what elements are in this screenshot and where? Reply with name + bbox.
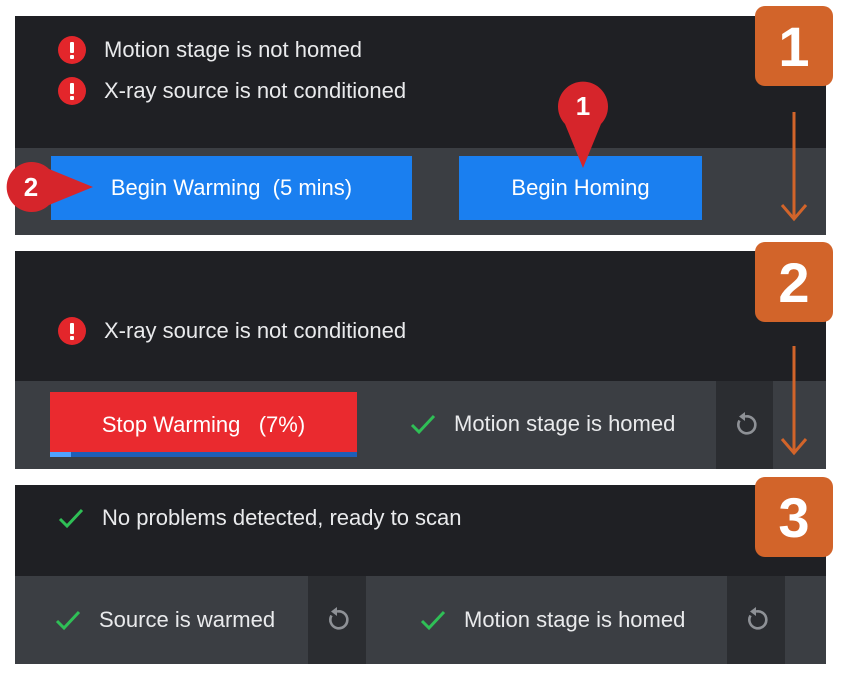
warming-progress-fill — [50, 452, 72, 457]
step3-status-area: No problems detected, ready to scan — [15, 485, 826, 576]
step-badge-2: 2 — [755, 242, 833, 322]
callout-marker-2: 2 — [3, 160, 95, 214]
step2-status-area: X-ray source is not conditioned — [15, 251, 826, 381]
step3-panel: No problems detected, ready to scan Sour… — [15, 485, 826, 664]
status-message-motion-not-homed: Motion stage is not homed — [58, 36, 362, 64]
error-icon — [58, 77, 86, 105]
check-icon — [58, 508, 84, 529]
error-icon — [58, 36, 86, 64]
status-message-xray-not-conditioned: X-ray source is not conditioned — [58, 77, 406, 105]
step1-status-area: Motion stage is not homed X-ray source i… — [15, 16, 826, 148]
status-message-text: Motion stage is homed — [464, 607, 686, 632]
step1-action-bar: Begin Warming (5 mins) Begin Homing — [15, 148, 826, 235]
reset-icon — [736, 412, 757, 435]
step2-panel: X-ray source is not conditioned Stop War… — [15, 251, 826, 469]
warming-progress-bar — [50, 452, 357, 457]
reset-warming-button[interactable] — [308, 576, 366, 664]
callout-number: 2 — [23, 171, 39, 202]
status-message-text: Motion stage is not homed — [104, 37, 363, 62]
stop-warming-label: Stop Warming (7%) — [101, 411, 306, 437]
flow-arrow-down-icon — [780, 112, 808, 222]
status-message-ready: No problems detected, ready to scan — [58, 505, 462, 531]
check-icon — [55, 610, 81, 631]
status-message-text: Motion stage is homed — [454, 411, 676, 436]
status-motion-homed: Motion stage is homed — [420, 607, 685, 633]
step-badge-1: 1 — [755, 6, 833, 86]
status-message-text: No problems detected, ready to scan — [102, 505, 462, 530]
error-icon — [58, 317, 86, 345]
step1-panel: Motion stage is not homed X-ray source i… — [15, 16, 826, 235]
begin-warming-button[interactable]: Begin Warming (5 mins) — [51, 156, 412, 220]
status-message-text: X-ray source is not conditioned — [104, 78, 407, 103]
step3-action-bar: Source is warmed Motion stage is homed — [15, 576, 826, 664]
callout-number: 1 — [575, 90, 591, 121]
reset-homing-button[interactable] — [716, 381, 773, 469]
status-message-xray-not-conditioned: X-ray source is not conditioned — [58, 317, 406, 345]
status-message-text: X-ray source is not conditioned — [104, 318, 407, 343]
check-icon — [410, 414, 436, 435]
check-icon — [420, 610, 446, 631]
flow-arrow-down-icon — [780, 346, 808, 456]
status-motion-homed: Motion stage is homed — [410, 411, 675, 437]
reset-homing-button[interactable] — [727, 576, 785, 664]
status-source-warmed: Source is warmed — [55, 607, 275, 633]
stop-warming-button[interactable]: Stop Warming (7%) — [50, 392, 357, 457]
step-badge-3: 3 — [755, 477, 833, 557]
reset-icon — [748, 607, 768, 630]
status-message-text: Source is warmed — [99, 607, 276, 632]
callout-marker-1: 1 — [556, 80, 610, 170]
step2-action-bar: Stop Warming (7%) Motion stage is homed — [15, 381, 826, 469]
reset-icon — [329, 607, 349, 630]
